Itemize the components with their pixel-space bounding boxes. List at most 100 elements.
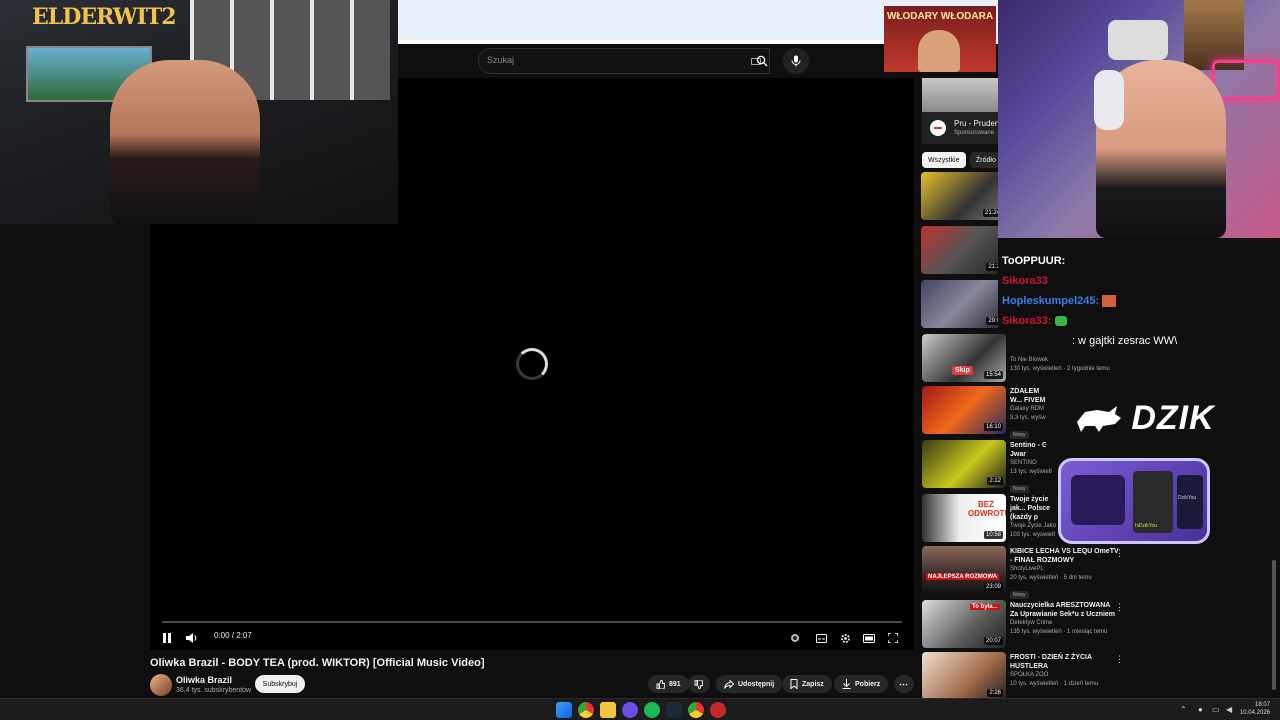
theater-mode-button[interactable]: [862, 629, 876, 647]
meta-label: 13 tys. wyświetl: [1010, 469, 1052, 475]
channel-label: To Nie Blowek: [1010, 357, 1049, 363]
autoplay-toggle[interactable]: [788, 629, 802, 647]
more-icon[interactable]: ⋮: [1115, 548, 1124, 559]
chat-message: Sikora33:: [1002, 315, 1067, 327]
discord-icon[interactable]: [622, 702, 638, 718]
chat-text: : w gajtki zesrac WW\: [1072, 335, 1178, 347]
emote-icon: [1054, 316, 1067, 327]
related-thumbnail[interactable]: 2:26: [922, 652, 1006, 700]
video-title-label: FROSTI - DZIEŃ Z ŻYCIA HUSTLERA: [1010, 654, 1092, 670]
channel-label: Detektyw Crime: [1010, 620, 1053, 626]
chat-message: ToOPPUUR:: [1002, 255, 1065, 267]
duration-badge: 10:58: [983, 531, 1003, 539]
product-label: DzikYou: [1178, 495, 1197, 501]
channel-label: Galaxy RDM: [1010, 406, 1045, 412]
chat-username: ToOPPUUR:: [1002, 255, 1066, 267]
subtitles-button[interactable]: [814, 629, 828, 647]
speaker-icon[interactable]: ◀: [1226, 705, 1232, 714]
related-thumbnail[interactable]: 2:12: [922, 440, 1006, 488]
channel-label: Twoje Życie Jako: [1010, 523, 1057, 529]
list-item[interactable]: FROSTI - DZIEŃ Z ŻYCIA HUSTLERA SPÓŁKA Z…: [1010, 653, 1120, 689]
app-icon[interactable]: [710, 702, 726, 718]
volume-button[interactable]: [184, 629, 198, 647]
scrollbar[interactable]: [1272, 560, 1276, 690]
thumbs-up-icon: [656, 679, 665, 689]
file-explorer-icon[interactable]: [600, 702, 616, 718]
progress-bar[interactable]: [162, 621, 902, 623]
related-thumbnail[interactable]: NAJLEPSZA ROZMOWA 23:09: [922, 546, 1006, 594]
list-item[interactable]: ZDAŁEM W... FIVEM Galaxy RDM 3,3 tys. wy…: [1010, 387, 1050, 441]
microphone-icon: [791, 55, 801, 67]
more-actions-button[interactable]: ⋯: [894, 675, 914, 693]
sponsor-text: DZIK: [1131, 398, 1215, 437]
duration-badge: 20:07: [983, 637, 1003, 645]
more-icon[interactable]: ⋮: [1115, 602, 1124, 613]
search-button[interactable]: [748, 48, 776, 74]
duration-badge: 21:2: [986, 263, 998, 271]
search-input[interactable]: Szukaj: [478, 48, 770, 74]
chat-message: : w gajtki zesrac WW\: [1072, 335, 1177, 347]
save-label: Zapisz: [802, 680, 824, 688]
chip-all[interactable]: Wszystkie: [922, 152, 966, 168]
chip-source[interactable]: Źródło: [970, 152, 998, 168]
ad-card[interactable]: Pru - Pruden Sponsorowane ·: [922, 112, 998, 144]
video-title-label: KIBICE LECHA VS LEQU OmeTV - FINAŁ ROZMO…: [1010, 548, 1119, 564]
meta-label: 3,3 tys. wyświ: [1010, 415, 1048, 421]
related-thumbnail[interactable]: 16:10: [922, 386, 1006, 434]
chrome-icon[interactable]: [688, 702, 704, 718]
more-icon[interactable]: ⋮: [1115, 654, 1124, 665]
channel-name[interactable]: Oliwka Brazil: [176, 675, 232, 685]
dislike-button[interactable]: [688, 675, 710, 693]
related-thumbnail[interactable]: BEZ ODWROTU 10:58: [922, 494, 1006, 542]
list-item[interactable]: Twoje życie jak... Polsce (każdy p Twoje…: [1010, 495, 1060, 540]
ad-thumbnail[interactable]: [922, 78, 998, 112]
streamer-logo: ELDERWIT2: [32, 4, 177, 30]
pause-button[interactable]: [160, 629, 174, 647]
clock[interactable]: 18:07 10.04.2026: [1240, 701, 1270, 717]
more-icon: ⋯: [899, 678, 908, 689]
emote-icon: [1102, 295, 1117, 308]
list-item[interactable]: Nauczycielka ARESZTOWANA Za Uprawianie S…: [1010, 601, 1120, 637]
related-thumbnail[interactable]: 21:24: [921, 172, 998, 220]
ad-logo-icon: [930, 120, 946, 136]
share-label: Udostępnij: [738, 680, 775, 688]
chrome-icon[interactable]: [578, 702, 594, 718]
video-title-label: Twoje życie jak... Polsce (każdy p: [1010, 496, 1051, 521]
download-label: Pobierz: [855, 680, 881, 688]
voice-search-button[interactable]: [783, 48, 809, 74]
share-button[interactable]: Udostępnij: [716, 675, 783, 693]
channel-avatar[interactable]: [150, 674, 172, 696]
settings-button[interactable]: [838, 629, 852, 647]
download-button[interactable]: Pobierz: [834, 675, 889, 693]
list-item[interactable]: To Nie Blowek 130 tys. wyświetleń · 2 ty…: [1010, 356, 1120, 374]
related-thumbnail[interactable]: 21:2: [921, 226, 998, 274]
meta-label: 10 tys. wyświetleń · 1 dzień temu: [1010, 681, 1099, 687]
list-item[interactable]: KIBICE LECHA VS LEQU OmeTV - FINAŁ ROZMO…: [1010, 547, 1120, 601]
thumbnail-caption: BEZ ODWROTU: [968, 500, 1006, 518]
chevron-up-icon[interactable]: ⌃: [1180, 705, 1187, 714]
bookmark-icon: [790, 679, 798, 689]
related-thumbnail[interactable]: Skip 15:54: [922, 334, 1006, 382]
time-display: 0:00 / 2:07: [214, 631, 252, 640]
chat-message: Hopleskumpel245:: [1002, 295, 1117, 308]
related-thumbnail[interactable]: 29:0: [921, 280, 998, 328]
loading-spinner-icon: [516, 348, 548, 380]
like-button[interactable]: 891: [648, 675, 689, 693]
subscribe-button[interactable]: Subskrybuj: [255, 675, 305, 693]
save-button[interactable]: Zapisz: [782, 675, 832, 693]
clock-date: 10.04.2026: [1239, 710, 1270, 716]
thumbnail-caption: NAJLEPSZA ROZMOWA: [926, 574, 1000, 580]
spotify-icon[interactable]: [644, 702, 660, 718]
fullscreen-button[interactable]: [886, 629, 900, 647]
steam-icon[interactable]: [666, 702, 682, 718]
subscriber-count: 36,4 tys. subskrybentów: [176, 687, 252, 694]
microphone-icon[interactable]: ●: [1198, 705, 1203, 714]
network-icon[interactable]: ▭: [1212, 705, 1220, 714]
ad-title: Pru - Pruden: [954, 119, 998, 128]
related-thumbnail[interactable]: To była... 20:07: [922, 600, 1006, 648]
chat-username: Sikora33:: [1002, 315, 1052, 327]
start-icon[interactable]: [556, 702, 572, 718]
gear-icon: [840, 633, 850, 643]
meta-label: 20 tys. wyświetleń · 5 dni temu: [1010, 575, 1092, 581]
meta-label: 130 tys. wyświetleń · 2 tygodnie temu: [1010, 366, 1110, 372]
